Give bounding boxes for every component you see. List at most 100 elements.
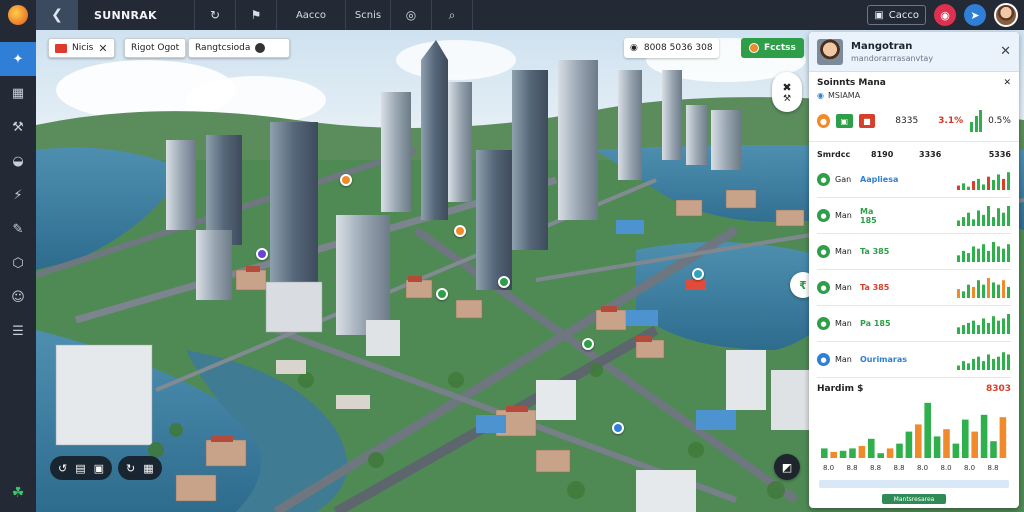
- metric-bar: [987, 250, 990, 262]
- chart-bar: [933, 436, 941, 458]
- sidebar-item-active-highlight[interactable]: ✦: [0, 42, 36, 76]
- metric-value: Pa 185: [860, 319, 891, 328]
- tools-icon: ⚒: [782, 93, 792, 104]
- focus-button[interactable]: Fcctss: [741, 38, 804, 58]
- view-control-group: ↺ ▤ ▣: [50, 456, 113, 480]
- sidebar-item-edit[interactable]: ✎: [0, 212, 36, 246]
- grid-icon[interactable]: ▤: [75, 462, 85, 475]
- topbar-right: ▣ Cacco ◉ ➤: [867, 0, 1024, 30]
- notification-button[interactable]: ◉: [934, 4, 956, 26]
- map-pin[interactable]: [692, 268, 704, 280]
- metric-bar: [997, 284, 1000, 298]
- chart-bar: [905, 431, 913, 458]
- chart-range-bar[interactable]: [819, 480, 1009, 488]
- refresh-button[interactable]: ↻: [195, 0, 235, 30]
- sidebar-item-reports[interactable]: ☰: [0, 314, 36, 348]
- population-stat-pill[interactable]: ◉ 8008 5036 308: [624, 38, 719, 58]
- info-panel: Mangotran mandorarrrasanvtay ✕ Soinnts M…: [809, 32, 1019, 508]
- metric-bar: [997, 245, 1000, 262]
- toolbar-button-scnis[interactable]: Scnis: [346, 0, 390, 30]
- share-button[interactable]: ➤: [964, 4, 986, 26]
- table-row[interactable]: ● Gan Aapliesa: [817, 162, 1011, 198]
- toggle-tools-button[interactable]: ✖ ⚒: [772, 72, 802, 112]
- chart-right-label: 8303: [985, 384, 1011, 394]
- left-sidebar: ✦ ▦ ⚒ ◒ ⚡ ✎ ⬡ ☺ ☰ ☘: [0, 30, 36, 512]
- tick-label: 8.8: [847, 464, 858, 472]
- metric-bar: [987, 322, 990, 334]
- flag-button[interactable]: ⚑: [236, 0, 276, 30]
- metric-bar: [982, 183, 985, 190]
- report-icon: ☰: [12, 323, 24, 339]
- filter-chip-nicis[interactable]: Nicis ✕: [48, 38, 115, 58]
- map-pin[interactable]: [256, 248, 268, 260]
- close-icon[interactable]: ✕: [1000, 44, 1011, 59]
- search-button[interactable]: ⌕: [432, 0, 472, 30]
- metric-icon: ●: [817, 173, 830, 186]
- metric-bar: [962, 250, 965, 262]
- details-button[interactable]: Mantsresarea: [882, 494, 946, 504]
- chart-bar: [924, 402, 931, 458]
- chart-bar: [877, 453, 884, 458]
- rotate-icon[interactable]: ↺: [58, 462, 67, 475]
- game-logo[interactable]: [0, 0, 36, 30]
- summary-heading: Soinnts Mana: [817, 78, 886, 88]
- metric-bar: [957, 326, 960, 334]
- sidebar-item-water[interactable]: ⬡: [0, 246, 36, 280]
- table-row[interactable]: ● Man Pa 185: [817, 306, 1011, 342]
- map-pin[interactable]: [498, 276, 510, 288]
- filter-chip-rigot[interactable]: Rigot Ogot: [124, 38, 187, 58]
- camera-icon: ◉: [630, 43, 638, 53]
- layers-icon[interactable]: ▦: [143, 462, 153, 475]
- map-pin[interactable]: [612, 422, 624, 434]
- metric-bar: [982, 317, 985, 334]
- settings-button[interactable]: ☘: [0, 480, 36, 506]
- metric-bar: [992, 281, 995, 298]
- metric-bar: [967, 252, 970, 262]
- map-pin[interactable]: [582, 338, 594, 350]
- map-pin[interactable]: [436, 288, 448, 300]
- summary-sub: MSIAMA: [827, 91, 861, 100]
- metric-bar: [957, 185, 960, 190]
- stat-text: 8008 5036 308: [643, 43, 713, 53]
- table-row[interactable]: ● Man Ma 185: [817, 198, 1011, 234]
- layers-icon[interactable]: ▣: [94, 462, 104, 475]
- map-pin[interactable]: [340, 174, 352, 186]
- wallet-icon: ▣: [874, 9, 884, 21]
- panel-title: Mangotran: [851, 40, 913, 52]
- metric-bar: [997, 173, 1000, 190]
- zoom-icon[interactable]: ↻: [126, 462, 135, 475]
- map-pin[interactable]: [454, 225, 466, 237]
- avatar[interactable]: [994, 3, 1018, 27]
- sidebar-item-power[interactable]: ⚡: [0, 178, 36, 212]
- metric-icon: ●: [817, 353, 830, 366]
- table-row[interactable]: ● Man Ta 385: [817, 270, 1011, 306]
- chart-bar: [830, 452, 837, 458]
- back-button[interactable]: ❮: [36, 0, 78, 30]
- map-view-controls: ↺ ▤ ▣ ↻ ▦: [50, 456, 162, 480]
- chart-bar: [980, 414, 988, 458]
- metric-value: Aapliesa: [860, 175, 899, 184]
- focus-button-label: Fcctss: [764, 43, 796, 53]
- toolbar-button-aacco[interactable]: Aacco: [277, 0, 345, 30]
- metric-bar: [992, 315, 995, 334]
- brand-title: SUNNRAK: [94, 8, 157, 22]
- sidebar-item-vehicles[interactable]: ◒: [0, 144, 36, 178]
- sidebar-item-tools[interactable]: ⚒: [0, 110, 36, 144]
- compass-button[interactable]: ◩: [774, 454, 800, 480]
- sidebar-item-buildings[interactable]: ▦: [0, 76, 36, 110]
- filter-chip-rangt[interactable]: Rangtcsioda: [188, 38, 290, 58]
- table-row[interactable]: ● Man Ourimaras: [817, 342, 1011, 378]
- currency-button[interactable]: ▣ Cacco: [867, 5, 926, 25]
- metric-bar: [1007, 313, 1010, 334]
- metric-bar: [972, 180, 975, 190]
- chip-label: Rangtcsioda: [195, 43, 251, 53]
- sidebar-item-happiness[interactable]: ☺: [0, 280, 36, 314]
- table-row[interactable]: ● Man Ta 385: [817, 234, 1011, 270]
- close-icon[interactable]: ✕: [98, 42, 107, 55]
- metric-name: Man: [835, 247, 852, 256]
- close-icon[interactable]: ✕: [1003, 78, 1011, 88]
- target-button[interactable]: ◎: [391, 0, 431, 30]
- metric-bar: [992, 179, 995, 190]
- metrics-header-col3: 3336: [919, 149, 942, 159]
- metric-value: Ta 385: [860, 283, 890, 292]
